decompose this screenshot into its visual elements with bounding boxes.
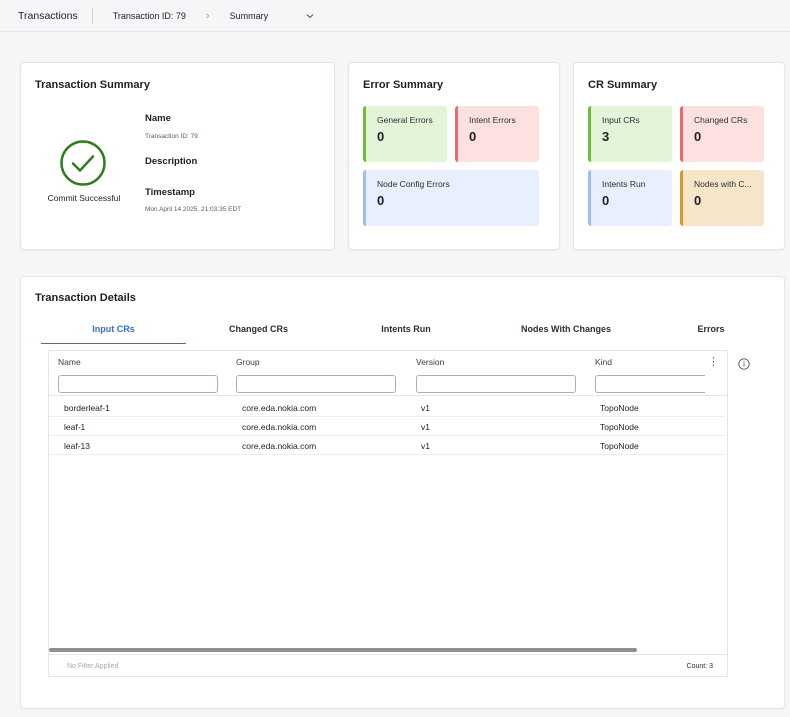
grid-filter-row <box>49 374 727 396</box>
grid-header: Name Group Version Kind ⋮ <box>49 351 727 373</box>
input-crs-label: Input CRs <box>602 115 640 125</box>
cell-group: core.eda.nokia.com <box>242 403 317 413</box>
tab-input-crs[interactable]: Input CRs <box>41 324 186 334</box>
general-errors-tile[interactable]: General Errors 0 <box>363 106 447 162</box>
cell-name: leaf-13 <box>64 441 90 451</box>
node-config-errors-tile[interactable]: Node Config Errors 0 <box>363 170 539 226</box>
node-config-errors-label: Node Config Errors <box>377 179 450 189</box>
grid-footer: No Filter Applied Count: 3 <box>49 654 727 676</box>
cr-summary-title: CR Summary <box>588 79 658 91</box>
nodes-with-changes-tile[interactable]: Nodes with C... 0 <box>680 170 764 226</box>
cell-name: borderleaf-1 <box>64 403 110 413</box>
description-label: Description <box>145 156 198 167</box>
breadcrumb: Transactions Transaction ID: 79 › Summar… <box>0 0 790 32</box>
breadcrumb-transaction-id[interactable]: Transaction ID: 79 <box>113 11 186 21</box>
chevron-right-icon: › <box>205 9 210 22</box>
column-header-version[interactable]: Version <box>416 357 444 367</box>
cell-kind: TopoNode <box>600 441 639 451</box>
input-crs-grid: Name Group Version Kind ⋮ borderleaf-1 c… <box>48 350 728 677</box>
tab-changed-crs[interactable]: Changed CRs <box>191 324 326 334</box>
kebab-menu-icon[interactable]: ⋮ <box>708 355 719 368</box>
breadcrumb-summary[interactable]: Summary <box>230 11 269 21</box>
transaction-details-card: Transaction Details Input CRs Changed CR… <box>20 276 785 709</box>
group-filter-input[interactable] <box>236 375 396 393</box>
cell-version: v1 <box>421 441 430 451</box>
input-crs-value: 3 <box>602 129 610 144</box>
cell-kind: TopoNode <box>600 422 639 432</box>
version-filter-input[interactable] <box>416 375 576 393</box>
filter-status: No Filter Applied <box>67 663 119 670</box>
changed-crs-value: 0 <box>694 129 702 144</box>
breadcrumb-divider <box>91 7 93 24</box>
chevron-down-icon[interactable] <box>306 11 314 21</box>
commit-status: Commit Successful <box>47 193 121 203</box>
cell-version: v1 <box>421 422 430 432</box>
intent-errors-value: 0 <box>469 129 477 144</box>
general-errors-value: 0 <box>377 129 385 144</box>
column-header-group[interactable]: Group <box>236 357 260 367</box>
nodes-with-changes-label: Nodes with C... <box>694 179 752 189</box>
changed-crs-label: Changed CRs <box>694 115 748 125</box>
table-row[interactable]: leaf-13 core.eda.nokia.com v1 TopoNode <box>49 436 725 455</box>
column-header-kind[interactable]: Kind <box>595 357 612 367</box>
active-tab-indicator <box>41 343 186 344</box>
column-header-name[interactable]: Name <box>58 357 81 367</box>
changed-crs-tile[interactable]: Changed CRs 0 <box>680 106 764 162</box>
name-filter-input[interactable] <box>58 375 218 393</box>
intent-errors-label: Intent Errors <box>469 115 516 125</box>
nodes-with-changes-value: 0 <box>694 193 702 208</box>
info-circle-icon[interactable] <box>738 357 750 370</box>
transaction-details-title: Transaction Details <box>35 292 136 304</box>
timestamp-value: Mon April 14 2025, 21:03:35 EDT <box>145 206 242 213</box>
cell-group: core.eda.nokia.com <box>242 422 317 432</box>
timestamp-label: Timestamp <box>145 187 195 198</box>
tab-errors[interactable]: Errors <box>661 324 761 334</box>
general-errors-label: General Errors <box>377 115 433 125</box>
breadcrumb-transactions[interactable]: Transactions <box>18 10 78 22</box>
cell-name: leaf-1 <box>64 422 86 432</box>
cell-version: v1 <box>421 403 430 413</box>
transaction-summary-card: Transaction Summary Commit Successful Na… <box>20 62 335 250</box>
row-count: Count: 3 <box>686 663 713 670</box>
cell-group: core.eda.nokia.com <box>242 441 317 451</box>
name-value: Transaction ID: 79 <box>145 133 198 140</box>
tab-nodes-with-changes[interactable]: Nodes With Changes <box>481 324 651 334</box>
table-row[interactable]: leaf-1 core.eda.nokia.com v1 TopoNode <box>49 417 725 436</box>
tab-intents-run[interactable]: Intents Run <box>331 324 481 334</box>
node-config-errors-value: 0 <box>377 193 385 208</box>
cell-kind: TopoNode <box>600 403 639 413</box>
error-summary-card: Error Summary General Errors 0 Intent Er… <box>348 62 560 250</box>
cr-summary-card: CR Summary Input CRs 3 Changed CRs 0 Int… <box>573 62 785 250</box>
error-summary-title: Error Summary <box>363 79 444 91</box>
kind-filter-input[interactable] <box>595 375 705 393</box>
intent-errors-tile[interactable]: Intent Errors 0 <box>455 106 539 162</box>
check-circle-icon <box>59 139 107 187</box>
input-crs-tile[interactable]: Input CRs 3 <box>588 106 672 162</box>
table-row[interactable]: borderleaf-1 core.eda.nokia.com v1 TopoN… <box>49 398 725 417</box>
transaction-summary-title: Transaction Summary <box>35 79 150 91</box>
horizontal-scrollbar[interactable] <box>49 648 637 652</box>
intents-run-label: Intents Run <box>602 179 646 189</box>
intents-run-value: 0 <box>602 193 610 208</box>
details-tabs: Input CRs Changed CRs Intents Run Nodes … <box>41 324 761 344</box>
name-label: Name <box>145 113 171 124</box>
intents-run-tile[interactable]: Intents Run 0 <box>588 170 672 226</box>
